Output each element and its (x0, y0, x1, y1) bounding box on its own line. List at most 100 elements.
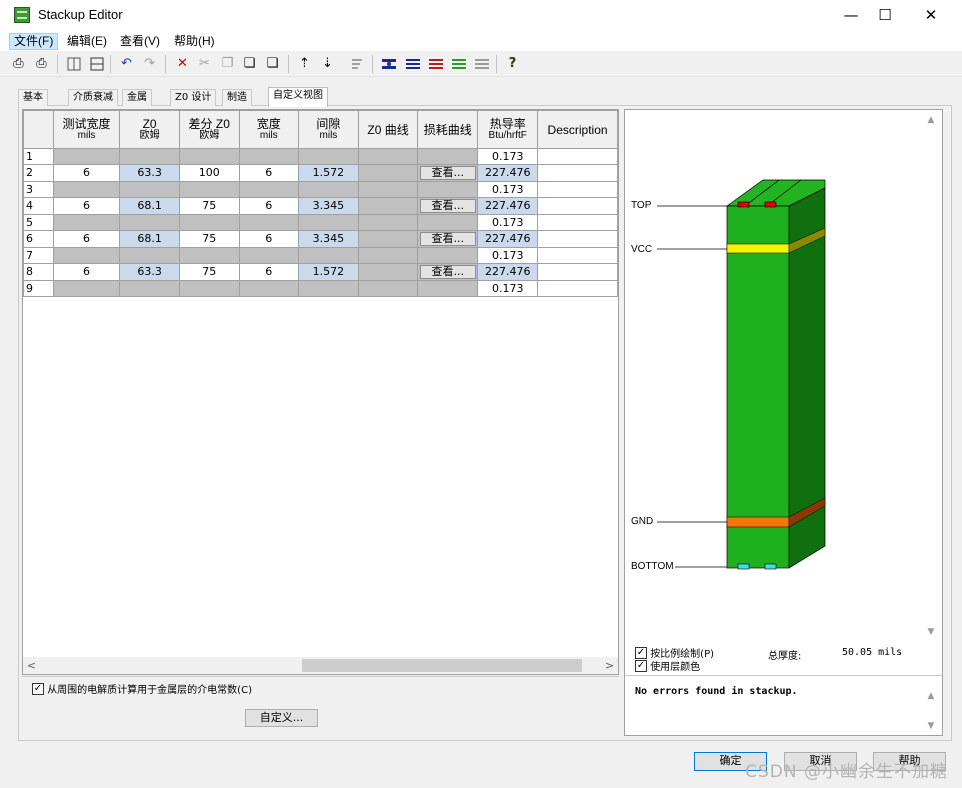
test-width-cell[interactable]: 6 (52, 230, 121, 248)
view-loss-curve-button[interactable]: 查看... (419, 265, 476, 279)
column-header-gap[interactable]: 间隙 mils (298, 110, 359, 149)
diff-z0-cell[interactable]: 75 (178, 197, 240, 215)
width-cell[interactable]: 6 (238, 263, 300, 281)
row-number-cell[interactable]: 1 (23, 148, 54, 165)
row-number-cell[interactable]: 6 (23, 230, 54, 248)
layer-power-icon[interactable] (427, 55, 444, 72)
width-cell[interactable]: 6 (238, 197, 300, 215)
row-number-cell[interactable]: 8 (23, 263, 54, 281)
column-header-loss-curve[interactable]: 损耗曲线 (417, 110, 479, 149)
diff-z0-cell[interactable]: 75 (178, 230, 240, 248)
compute-dielectric-option[interactable]: ✓ 从周围的电解质计算用于金属层的介电常数(C) (32, 681, 252, 696)
layer-plane-icon[interactable] (380, 55, 397, 72)
diff-z0-cell[interactable]: 75 (178, 263, 240, 281)
status-scroll-up-icon[interactable]: ▲ (924, 689, 938, 703)
help-icon[interactable]: ? (504, 55, 521, 72)
insert-layer-above-icon[interactable]: ⇡ (296, 55, 313, 72)
description-cell[interactable] (537, 247, 618, 264)
preview-scroll-up-icon[interactable]: ▲ (924, 113, 938, 127)
column-header-z0-curve[interactable]: Z0 曲线 (357, 110, 419, 149)
row-number-cell[interactable]: 5 (23, 214, 54, 231)
view-loss-curve-button[interactable]: 查看... (419, 232, 476, 246)
view-loss-curve-button[interactable]: 查看... (419, 199, 476, 213)
description-cell[interactable] (537, 197, 618, 215)
print-preview-icon[interactable]: ⎙ (33, 55, 50, 72)
tab-basic[interactable]: 基本 (18, 89, 48, 106)
column-header-z0[interactable]: Z0 欧姆 (119, 110, 180, 149)
menu-help[interactable]: 帮助(H) (170, 33, 219, 50)
description-cell[interactable] (537, 164, 618, 182)
status-scroll-down-icon[interactable]: ▼ (924, 719, 938, 733)
description-cell[interactable] (537, 181, 618, 198)
menu-edit[interactable]: 编辑(E) (63, 33, 111, 50)
thermal-conductivity-cell[interactable]: 0.173 (477, 181, 539, 198)
thermal-conductivity-cell[interactable]: 227.476 (477, 263, 539, 281)
insert-layer-below-icon[interactable]: ⇣ (319, 55, 336, 72)
thermal-conductivity-cell[interactable]: 0.173 (477, 280, 539, 297)
scroll-right-icon[interactable]: > (601, 657, 618, 674)
menu-view[interactable]: 查看(V) (116, 33, 164, 50)
use-layer-colors-option[interactable]: ✓ 使用层颜色 (635, 658, 700, 673)
paste-icon[interactable]: ❏ (241, 55, 258, 72)
layer-ground-icon[interactable] (450, 55, 467, 72)
z0-cell[interactable]: 63.3 (119, 164, 180, 182)
column-header-test-width[interactable]: 测试宽度 mils (52, 110, 121, 149)
z0-cell[interactable]: 68.1 (119, 230, 180, 248)
description-cell[interactable] (537, 214, 618, 231)
test-width-cell[interactable]: 6 (52, 263, 121, 281)
custom-button[interactable]: 自定义... (245, 709, 318, 727)
width-cell[interactable]: 6 (238, 164, 300, 182)
z0-cell[interactable]: 68.1 (119, 197, 180, 215)
split-vertical-icon[interactable] (65, 55, 82, 72)
thermal-conductivity-cell[interactable]: 227.476 (477, 230, 539, 248)
sort-layers-icon[interactable] (348, 55, 365, 72)
thermal-conductivity-cell[interactable]: 0.173 (477, 214, 539, 231)
description-cell[interactable] (537, 280, 618, 297)
gap-cell[interactable]: 3.345 (298, 230, 359, 248)
tab-z0-design[interactable]: Z0 设计 (170, 89, 217, 106)
gap-cell[interactable]: 1.572 (298, 263, 359, 281)
z0-cell[interactable]: 63.3 (119, 263, 180, 281)
gap-cell[interactable]: 1.572 (298, 164, 359, 182)
close-button[interactable]: ✕ (908, 0, 954, 31)
column-header-thermal-conductivity[interactable]: 热导率 Btu/hrftF (477, 110, 539, 149)
gap-cell[interactable]: 3.345 (298, 197, 359, 215)
tab-dielectric-loss[interactable]: 介质衰减 (68, 89, 118, 106)
split-horizontal-icon[interactable] (88, 55, 105, 72)
column-header-width[interactable]: 宽度 mils (238, 110, 300, 149)
scroll-thumb[interactable] (302, 659, 582, 672)
layer-dielectric-icon[interactable] (473, 55, 490, 72)
use-layer-colors-checkbox[interactable]: ✓ (635, 659, 647, 672)
scroll-left-icon[interactable]: < (23, 657, 40, 674)
row-number-cell[interactable]: 2 (23, 164, 54, 182)
column-header-diff-z0[interactable]: 差分 Z0 欧姆 (178, 110, 240, 149)
layer-signal-icon[interactable] (404, 55, 421, 72)
row-number-cell[interactable]: 3 (23, 181, 54, 198)
print-icon[interactable]: ⎙ (10, 55, 27, 72)
menu-file[interactable]: 文件(F) (9, 33, 59, 50)
thermal-conductivity-cell[interactable]: 0.173 (477, 247, 539, 264)
scale-draw-checkbox[interactable]: ✓ (635, 646, 647, 659)
description-cell[interactable] (537, 230, 618, 248)
paste-special-icon[interactable]: ❏ (264, 55, 281, 72)
cut-icon[interactable]: ✂ (196, 55, 213, 72)
description-cell[interactable] (537, 263, 618, 281)
thermal-conductivity-cell[interactable]: 0.173 (477, 148, 539, 165)
undo-icon[interactable]: ↶ (118, 55, 135, 72)
row-number-cell[interactable]: 7 (23, 247, 54, 264)
row-number-cell[interactable]: 9 (23, 280, 54, 297)
tab-manufacturing[interactable]: 制造 (222, 89, 252, 106)
copy-icon[interactable]: ❐ (219, 55, 236, 72)
tab-metal[interactable]: 金属 (122, 89, 152, 106)
width-cell[interactable]: 6 (238, 230, 300, 248)
test-width-cell[interactable]: 6 (52, 197, 121, 215)
thermal-conductivity-cell[interactable]: 227.476 (477, 197, 539, 215)
grid-horizontal-scrollbar[interactable]: < > (23, 657, 618, 674)
view-loss-curve-button[interactable]: 查看... (419, 166, 476, 180)
row-number-cell[interactable]: 4 (23, 197, 54, 215)
redo-icon[interactable]: ↷ (141, 55, 158, 72)
compute-dielectric-checkbox[interactable]: ✓ (32, 682, 44, 695)
thermal-conductivity-cell[interactable]: 227.476 (477, 164, 539, 182)
maximize-button[interactable]: ☐ (862, 0, 908, 31)
test-width-cell[interactable]: 6 (52, 164, 121, 182)
